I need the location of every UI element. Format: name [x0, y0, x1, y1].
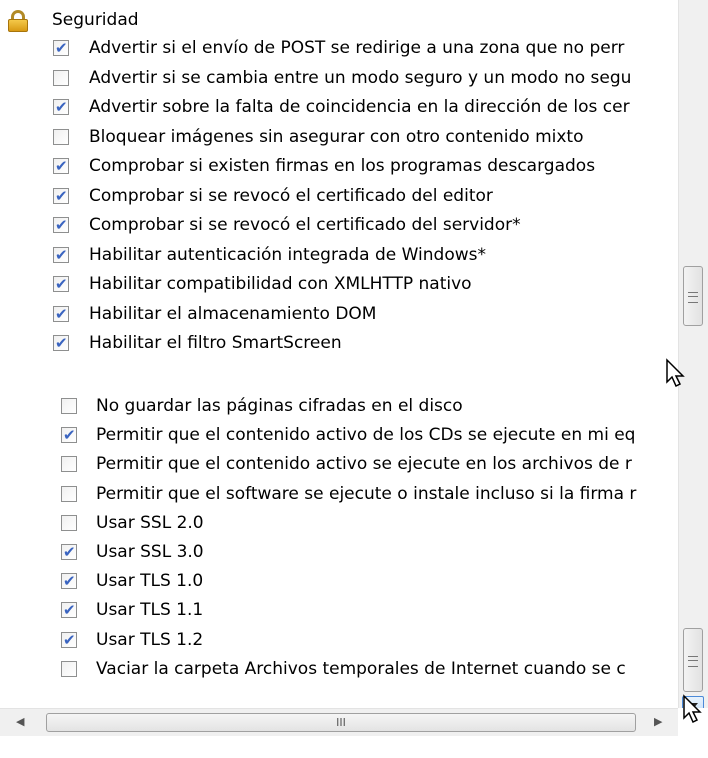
- list-item[interactable]: Permitir que el contenido activo de los …: [0, 420, 678, 450]
- list-item[interactable]: Advertir sobre la falta de coincidencia …: [0, 92, 678, 122]
- checkbox-label: Permitir que el contenido activo se ejec…: [96, 454, 632, 475]
- checkbox-label: Comprobar si se revocó el certificado de…: [89, 215, 521, 235]
- checkbox-label: Usar SSL 2.0: [96, 512, 204, 533]
- list-item[interactable]: Habilitar el filtro SmartScreen: [0, 328, 678, 358]
- checkbox[interactable]: [61, 514, 77, 531]
- checkbox[interactable]: [53, 302, 69, 326]
- checkbox-label: Usar SSL 3.0: [96, 542, 204, 562]
- list-item[interactable]: No guardar las páginas cifradas en el di…: [0, 391, 678, 421]
- list-item[interactable]: Usar SSL 3.0: [0, 537, 678, 567]
- grip-icon: [688, 656, 698, 667]
- checkbox[interactable]: [53, 95, 69, 119]
- list-item[interactable]: Advertir si se cambia entre un modo segu…: [0, 63, 678, 93]
- list-item[interactable]: Habilitar compatibilidad con XMLHTTP nat…: [0, 269, 678, 299]
- list-item[interactable]: Usar SSL 2.0: [0, 508, 678, 538]
- checkbox[interactable]: [61, 598, 77, 622]
- checkbox-label: Permitir que el software se ejecute o in…: [96, 483, 637, 504]
- checkbox-label: Advertir si el envío de POST se redirige…: [89, 38, 625, 58]
- checkbox-label: Usar TLS 1.1: [96, 600, 204, 621]
- checkbox[interactable]: [61, 456, 77, 473]
- list-item[interactable]: Vaciar la carpeta Archivos temporales de…: [0, 654, 678, 684]
- checkbox[interactable]: [61, 398, 77, 414]
- horizontal-scrollbar[interactable]: ◀ III ▶: [0, 708, 678, 736]
- checkbox[interactable]: [53, 36, 69, 60]
- checkbox[interactable]: [53, 272, 69, 296]
- checkbox-label: Habilitar autenticación integrada de Win…: [89, 244, 487, 265]
- checkbox-label: Habilitar compatibilidad con XMLHTTP nat…: [89, 274, 472, 294]
- settings-list-top: Seguridad Advertir si el envío de POST s…: [0, 0, 708, 388]
- list-item[interactable]: Permitir que el contenido activo se ejec…: [0, 449, 678, 479]
- scrollbar-corner: [678, 694, 708, 758]
- left-arrow-icon[interactable]: ◀: [16, 716, 24, 728]
- checkbox-label: Comprobar si se revocó el certificado de…: [89, 185, 493, 206]
- checkbox-label: No guardar las páginas cifradas en el di…: [96, 396, 463, 416]
- list-item[interactable]: Usar TLS 1.1: [0, 595, 678, 625]
- settings-list-bottom: No guardar las páginas cifradas en el di…: [0, 388, 708, 758]
- right-arrow-icon[interactable]: ▶: [654, 716, 662, 728]
- checkbox-label: Vaciar la carpeta Archivos temporales de…: [96, 658, 626, 679]
- checkbox[interactable]: [61, 628, 77, 652]
- list-item[interactable]: Bloquear imágenes sin asegurar con otro …: [0, 122, 678, 152]
- grip-icon: [688, 292, 698, 303]
- settings-list-content: Seguridad Advertir si el envío de POST s…: [0, 0, 678, 388]
- list-item[interactable]: Comprobar si se revocó el certificado de…: [0, 210, 678, 240]
- checkbox-label: Habilitar el filtro SmartScreen: [89, 333, 342, 353]
- list-item[interactable]: Usar TLS 1.2: [0, 625, 678, 655]
- vertical-scrollbar[interactable]: [678, 0, 708, 388]
- checkbox-label: Usar TLS 1.0: [96, 571, 204, 592]
- list-item[interactable]: Habilitar el almacenamiento DOM: [0, 299, 678, 329]
- group-title: Seguridad: [52, 10, 139, 30]
- list-item[interactable]: Advertir si el envío de POST se redirige…: [0, 33, 678, 63]
- checkbox-label: Habilitar el almacenamiento DOM: [89, 303, 377, 324]
- checkbox[interactable]: [61, 423, 77, 447]
- checkbox[interactable]: [53, 213, 69, 237]
- checkbox[interactable]: [61, 660, 77, 677]
- scroll-thumb[interactable]: [683, 628, 703, 692]
- list-item[interactable]: Habilitar autenticación integrada de Win…: [0, 240, 678, 270]
- checkbox-label: Advertir sobre la falta de coincidencia …: [89, 97, 630, 117]
- checkbox-label: Comprobar si existen firmas en los progr…: [89, 156, 596, 176]
- checkbox-label: Bloquear imágenes sin asegurar con otro …: [89, 126, 584, 147]
- horizontal-scroll-thumb[interactable]: III: [46, 713, 636, 732]
- checkbox-label: Usar TLS 1.2: [96, 629, 204, 650]
- list-item[interactable]: Usar TLS 1.0: [0, 566, 678, 596]
- checkbox-label: Advertir si se cambia entre un modo segu…: [89, 67, 632, 88]
- checkbox[interactable]: [53, 69, 69, 86]
- mouse-pointer-icon: [666, 358, 685, 388]
- checkbox[interactable]: [53, 128, 69, 145]
- grip-icon: III: [336, 716, 346, 729]
- checkbox[interactable]: [53, 184, 69, 208]
- checkbox[interactable]: [53, 154, 69, 178]
- scroll-thumb[interactable]: [683, 266, 703, 326]
- checkbox[interactable]: [53, 243, 69, 267]
- list-item[interactable]: Comprobar si se revocó el certificado de…: [0, 181, 678, 211]
- checkbox[interactable]: [61, 540, 77, 564]
- checkbox[interactable]: [61, 485, 77, 502]
- checkbox[interactable]: [61, 569, 77, 593]
- list-item[interactable]: Permitir que el software se ejecute o in…: [0, 479, 678, 509]
- checkbox[interactable]: [53, 331, 69, 355]
- list-item[interactable]: Comprobar si existen firmas en los progr…: [0, 151, 678, 181]
- lock-icon: [8, 10, 28, 32]
- mouse-pointer-icon: [683, 694, 702, 724]
- checkbox-label: Permitir que el contenido activo de los …: [96, 425, 636, 446]
- settings-list-content: No guardar las páginas cifradas en el di…: [0, 388, 678, 758]
